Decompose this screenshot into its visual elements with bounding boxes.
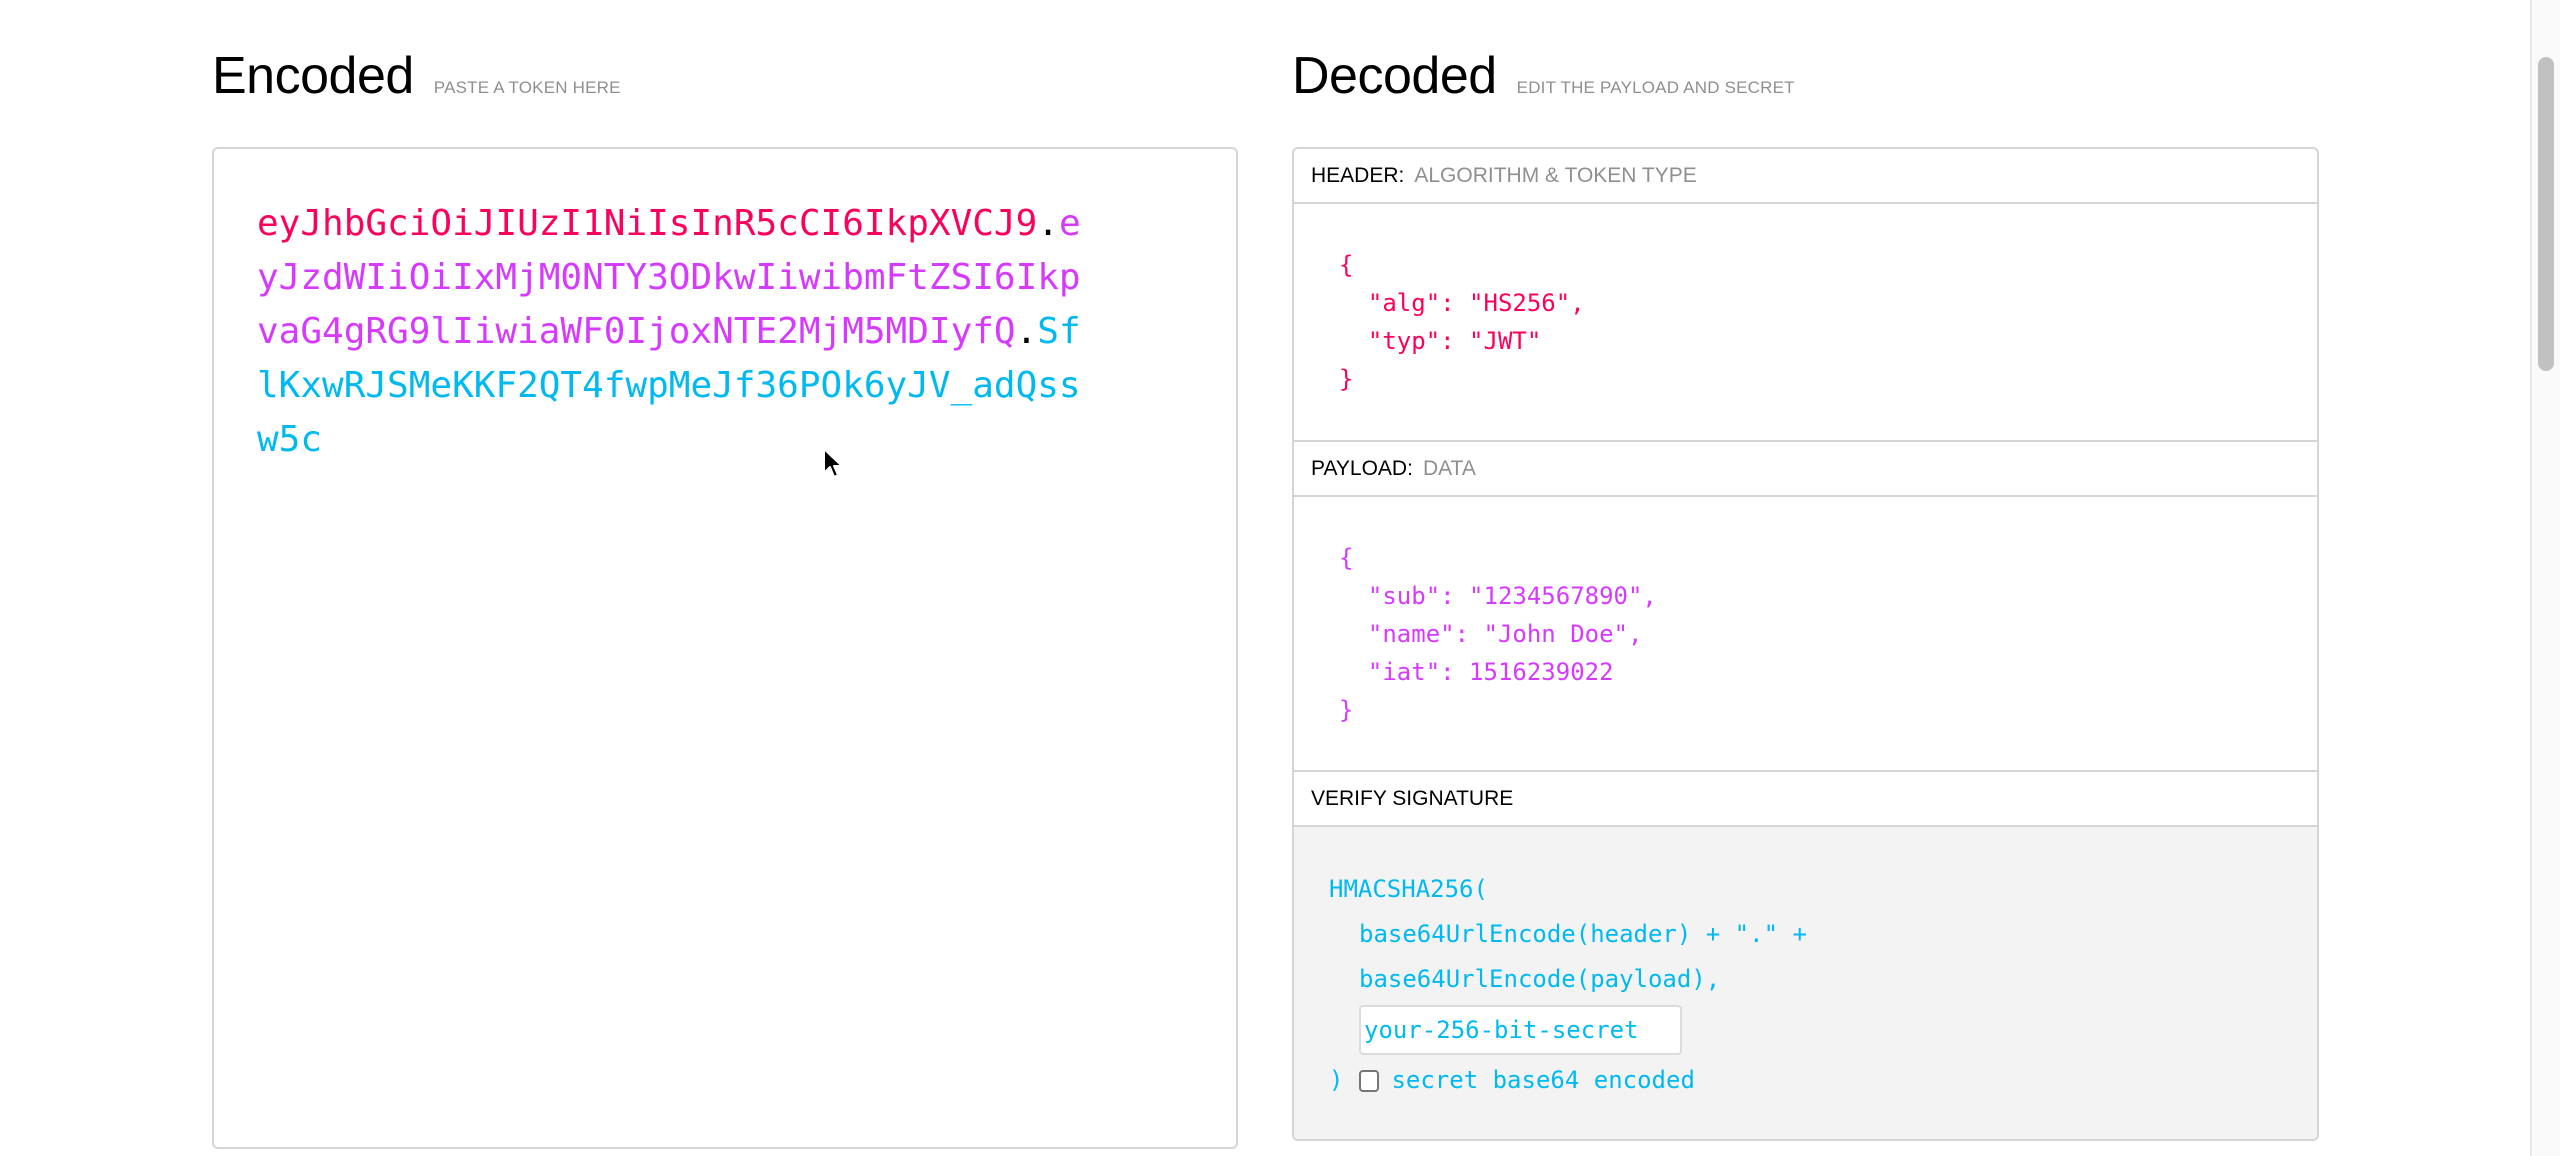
- payload-section-title: PAYLOAD: DATA: [1294, 442, 2317, 497]
- mouse-cursor-icon: [823, 448, 843, 478]
- encoded-token-editor[interactable]: eyJhbGciOiJIUzI1NiIsInR5cCI6IkpXVCJ9.eyJ…: [212, 147, 1238, 1149]
- header-label: HEADER:: [1311, 163, 1405, 187]
- decoded-heading: Decoded EDIT THE PAYLOAD AND SECRET: [1292, 46, 1795, 106]
- encoded-token-text[interactable]: eyJhbGciOiJIUzI1NiIsInR5cCI6IkpXVCJ9.eyJ…: [257, 197, 1087, 467]
- header-json-editor[interactable]: { "alg": "HS256", "typ": "JWT" }: [1294, 204, 2317, 442]
- header-section-title: HEADER: ALGORITHM & TOKEN TYPE: [1294, 149, 2317, 204]
- secret-base64-label[interactable]: secret base64 encoded: [1391, 1058, 1694, 1103]
- encoded-heading: Encoded PASTE A TOKEN HERE: [212, 46, 621, 106]
- close-paren: ): [1329, 1066, 1344, 1094]
- secret-base64-checkbox[interactable]: [1359, 1069, 1380, 1092]
- secret-input[interactable]: [1359, 1005, 1682, 1055]
- signature-formula: HMACSHA256( base64UrlEncode(header) + ".…: [1329, 867, 1807, 1103]
- payload-label: PAYLOAD:: [1311, 456, 1413, 480]
- page-scrollbar[interactable]: [2530, 0, 2560, 1156]
- verify-section-title: VERIFY SIGNATURE: [1294, 772, 2317, 827]
- signature-line-header: base64UrlEncode(header) + "." +: [1359, 920, 1807, 948]
- token-header-part: eyJhbGciOiJIUzI1NiIsInR5cCI6IkpXVCJ9: [257, 203, 1038, 244]
- header-json[interactable]: { "alg": "HS256", "typ": "JWT" }: [1339, 246, 1585, 398]
- verify-label: VERIFY SIGNATURE: [1311, 786, 1514, 810]
- encoded-subtitle: PASTE A TOKEN HERE: [433, 78, 621, 97]
- decoded-panel: HEADER: ALGORITHM & TOKEN TYPE { "alg": …: [1292, 147, 2319, 1141]
- signature-line-hmac: HMACSHA256(: [1329, 875, 1488, 903]
- token-separator: .: [1037, 203, 1059, 244]
- decoded-title: Decoded: [1292, 47, 1497, 105]
- scrollbar-thumb[interactable]: [2538, 57, 2554, 371]
- verify-signature-body: HMACSHA256( base64UrlEncode(header) + ".…: [1294, 827, 2317, 1139]
- payload-description: DATA: [1422, 456, 1476, 480]
- token-separator: .: [1015, 311, 1038, 352]
- signature-line-payload: base64UrlEncode(payload),: [1359, 965, 1721, 993]
- decoded-subtitle: EDIT THE PAYLOAD AND SECRET: [1516, 78, 1795, 97]
- payload-json[interactable]: { "sub": "1234567890", "name": "John Doe…: [1339, 539, 1657, 729]
- header-description: ALGORITHM & TOKEN TYPE: [1414, 163, 1697, 187]
- payload-json-editor[interactable]: { "sub": "1234567890", "name": "John Doe…: [1294, 497, 2317, 772]
- encoded-title: Encoded: [212, 47, 414, 105]
